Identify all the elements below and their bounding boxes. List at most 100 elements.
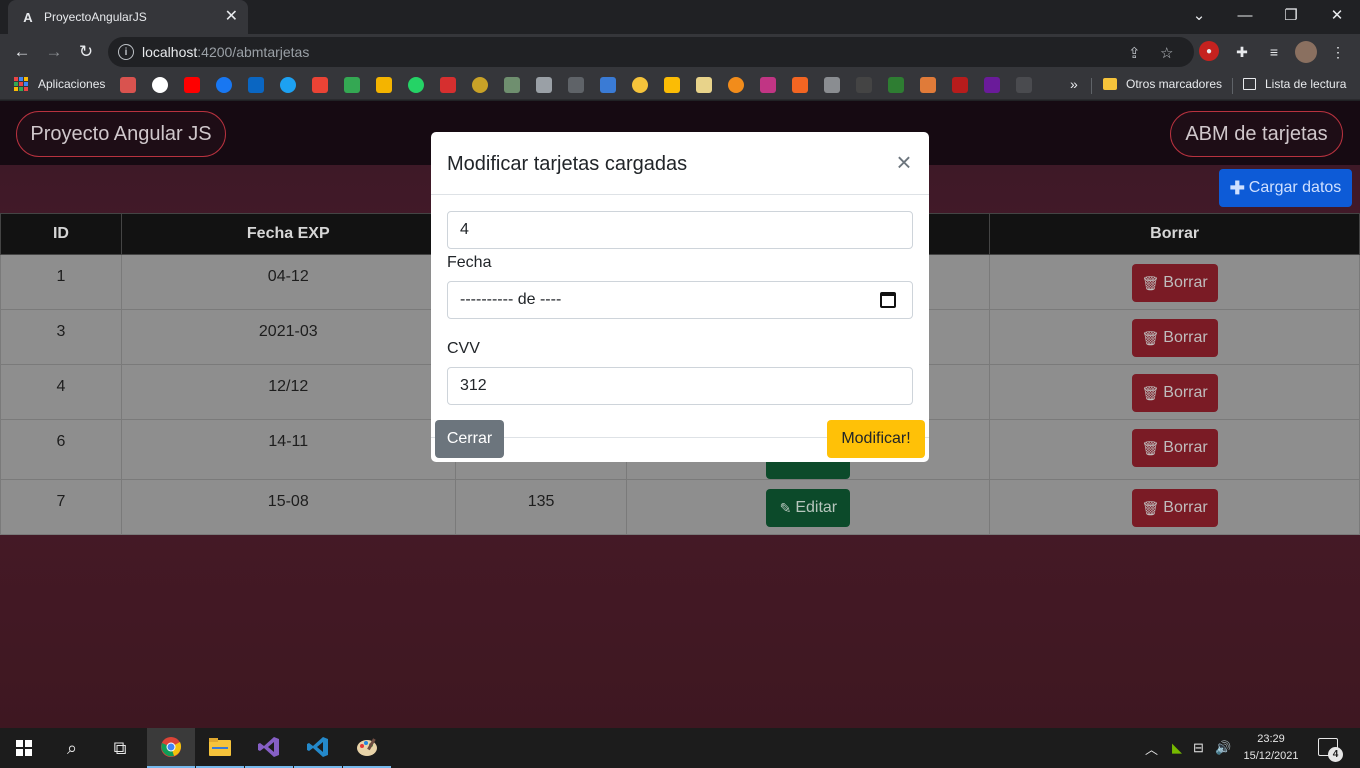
bookmark-drive-icon[interactable] <box>344 77 360 93</box>
fecha-date-input[interactable]: ---------- de ---- <box>447 281 913 319</box>
bookmark-star-site-icon[interactable] <box>664 77 680 93</box>
bookmark-linkedin-icon[interactable] <box>248 77 264 93</box>
borrar-label: Borrar <box>1163 384 1208 401</box>
cell-id: 1 <box>0 254 122 310</box>
browser-tab[interactable]: A ProyectoAngularJS ✕ <box>8 0 248 34</box>
bookmark-dark-icon[interactable] <box>856 77 872 93</box>
bookmark-orange-icon[interactable] <box>728 77 744 93</box>
bookmark-classroom-icon[interactable] <box>376 77 392 93</box>
nav-brand-link[interactable]: Proyecto Angular JS <box>16 111 226 157</box>
bookmark-red-icon[interactable] <box>952 77 968 93</box>
share-icon[interactable]: ⇪ <box>1128 44 1141 62</box>
id-input[interactable]: 4 <box>447 211 913 249</box>
taskbar-clock[interactable]: 23:29 15/12/2021 <box>1238 731 1304 765</box>
bookmark-purple-icon[interactable] <box>984 77 1000 93</box>
apps-label: Aplicaciones <box>38 77 106 91</box>
cargar-datos-button[interactable]: ✚ Cargar datos <box>1219 169 1352 207</box>
bookmarks-overflow-icon[interactable]: » <box>1070 76 1078 92</box>
bookmark-cloud-icon[interactable] <box>696 77 712 93</box>
borrar-label: Borrar <box>1163 329 1208 346</box>
back-icon[interactable]: ← <box>8 38 36 66</box>
bookmark-emoji-icon[interactable] <box>632 77 648 93</box>
paint-icon[interactable] <box>343 728 391 768</box>
editar-button[interactable]: ✎ Editar <box>766 489 851 527</box>
menu-kebab-icon[interactable]: ⋮ <box>1327 41 1349 63</box>
tab-title: ProyectoAngularJS <box>44 10 147 24</box>
reading-list-icon <box>1243 78 1256 90</box>
borrar-button[interactable]: 🗑 Borrar <box>1131 374 1218 412</box>
bookmark-apps[interactable]: Aplicaciones <box>14 77 105 91</box>
url-host: localhost <box>142 44 198 60</box>
tray-chevron-icon[interactable]: ︿ <box>1145 728 1158 768</box>
restore-icon[interactable]: ❐ <box>1268 0 1314 30</box>
cerrar-button[interactable]: Cerrar <box>435 420 504 458</box>
file-explorer-icon[interactable] <box>196 728 244 768</box>
bookmark-m-icon[interactable] <box>536 77 552 93</box>
profile-avatar[interactable] <box>1295 41 1317 63</box>
bookmark-g-icon[interactable] <box>792 77 808 93</box>
bookmark-twitter-icon[interactable] <box>280 77 296 93</box>
bookmark-store-icon[interactable] <box>120 77 136 93</box>
bookmark-terminal-icon[interactable] <box>600 77 616 93</box>
bookmark-bank-icon[interactable] <box>440 77 456 93</box>
minimize-icon[interactable]: — <box>1222 0 1268 30</box>
borrar-button[interactable]: 🗑 Borrar <box>1131 489 1218 527</box>
reading-list[interactable]: Lista de lectura <box>1243 77 1346 91</box>
calendar-icon[interactable] <box>880 292 896 308</box>
url-path: :4200/abmtarjetas <box>197 44 310 60</box>
cell-fecha: 14-11 <box>120 419 456 480</box>
browser-tabstrip: A ProyectoAngularJS ✕ ⌄ — ❐ ✕ <box>0 0 1360 34</box>
bookmark-u-icon[interactable] <box>568 77 584 93</box>
forward-icon[interactable]: → <box>40 38 68 66</box>
nav-abm-link[interactable]: ABM de tarjetas <box>1170 111 1343 157</box>
media-control-icon[interactable]: ≡ <box>1263 41 1285 63</box>
bookmark-star-icon[interactable]: ☆ <box>1160 44 1173 62</box>
plus-icon: ✚ <box>1229 177 1245 198</box>
tab-search-icon[interactable]: ⌄ <box>1176 0 1222 30</box>
trash-icon: 🗑 <box>1141 499 1160 516</box>
bookmark-globe-icon[interactable] <box>472 77 488 93</box>
borrar-button[interactable]: 🗑 Borrar <box>1131 264 1218 302</box>
site-info-icon[interactable]: i <box>118 44 134 60</box>
borrar-label: Borrar <box>1163 439 1208 456</box>
cell-borrar: 🗑 Borrar <box>989 479 1360 535</box>
bookmark-site-icon[interactable] <box>504 77 520 93</box>
bookmark-facebook-icon[interactable] <box>216 77 232 93</box>
task-view-icon[interactable]: ⧉ <box>96 728 144 768</box>
reload-icon[interactable]: ↻ <box>72 38 100 66</box>
bookmark-instagram-icon[interactable] <box>760 77 776 93</box>
bookmark-youtube-icon[interactable] <box>184 77 200 93</box>
search-icon[interactable]: ⌕ <box>48 728 96 768</box>
windows-start-icon[interactable] <box>0 728 48 768</box>
extension-lock-icon[interactable]: ● <box>1199 41 1219 61</box>
cell-id: 6 <box>0 419 122 480</box>
visual-studio-icon[interactable] <box>245 728 293 768</box>
pencil-icon: ✎ <box>779 499 792 516</box>
bookmark-green-icon[interactable] <box>888 77 904 93</box>
address-bar[interactable]: i localhost :4200/abmtarjetas ⇪ ☆ <box>108 37 1194 67</box>
borrar-button[interactable]: 🗑 Borrar <box>1131 319 1218 357</box>
borrar-button[interactable]: 🗑 Borrar <box>1131 429 1218 467</box>
modal-close-icon[interactable]: × <box>893 149 915 175</box>
bookmark-whatsapp-icon[interactable] <box>408 77 424 93</box>
header-borrar: Borrar <box>989 213 1360 255</box>
bookmark-google-icon[interactable] <box>152 77 168 93</box>
extensions-puzzle-icon[interactable]: ✚ <box>1231 41 1253 63</box>
clock-time: 23:29 <box>1257 733 1285 745</box>
bookmark-gray-icon[interactable] <box>1016 77 1032 93</box>
bookmark-paw-icon[interactable] <box>920 77 936 93</box>
window-close-icon[interactable]: ✕ <box>1314 0 1360 30</box>
tab-close-icon[interactable]: ✕ <box>225 9 238 25</box>
cvv-input[interactable]: 312 <box>447 367 913 405</box>
nvidia-icon[interactable]: ◣ <box>1172 728 1182 768</box>
cell-borrar: 🗑 Borrar <box>989 309 1360 365</box>
vscode-icon[interactable] <box>294 728 342 768</box>
bookmark-cube-icon[interactable] <box>824 77 840 93</box>
bookmark-other-folder[interactable]: Otros marcadores <box>1103 77 1222 91</box>
volume-icon[interactable]: 🔊 <box>1215 728 1231 768</box>
modificar-button[interactable]: Modificar! <box>827 420 925 458</box>
cell-borrar: 🗑 Borrar <box>989 364 1360 420</box>
bookmark-gmail-icon[interactable] <box>312 77 328 93</box>
chrome-taskbar-icon[interactable] <box>147 728 195 768</box>
network-icon[interactable]: ⊟ <box>1193 728 1204 768</box>
